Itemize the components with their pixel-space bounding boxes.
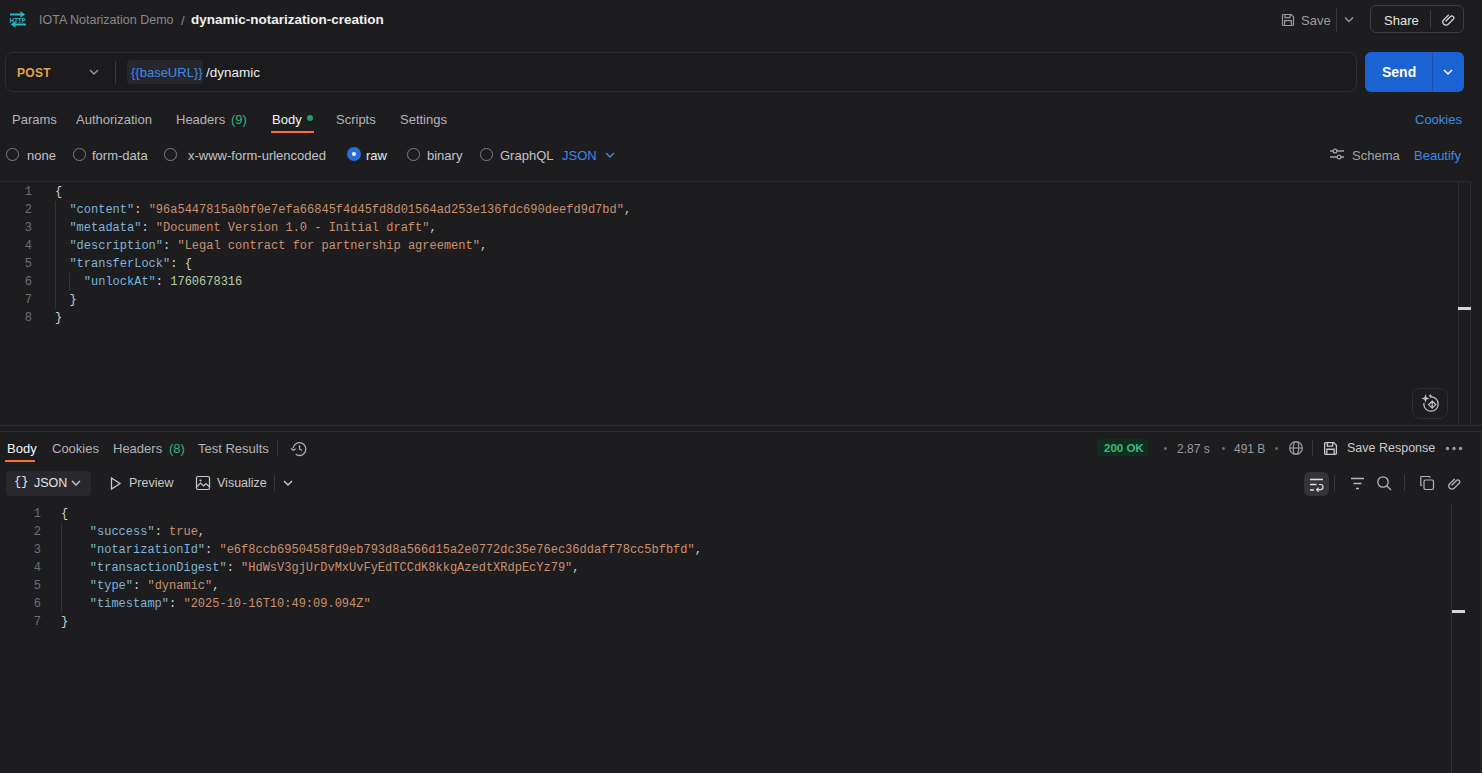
svg-text:HTTP: HTTP [10, 17, 26, 24]
